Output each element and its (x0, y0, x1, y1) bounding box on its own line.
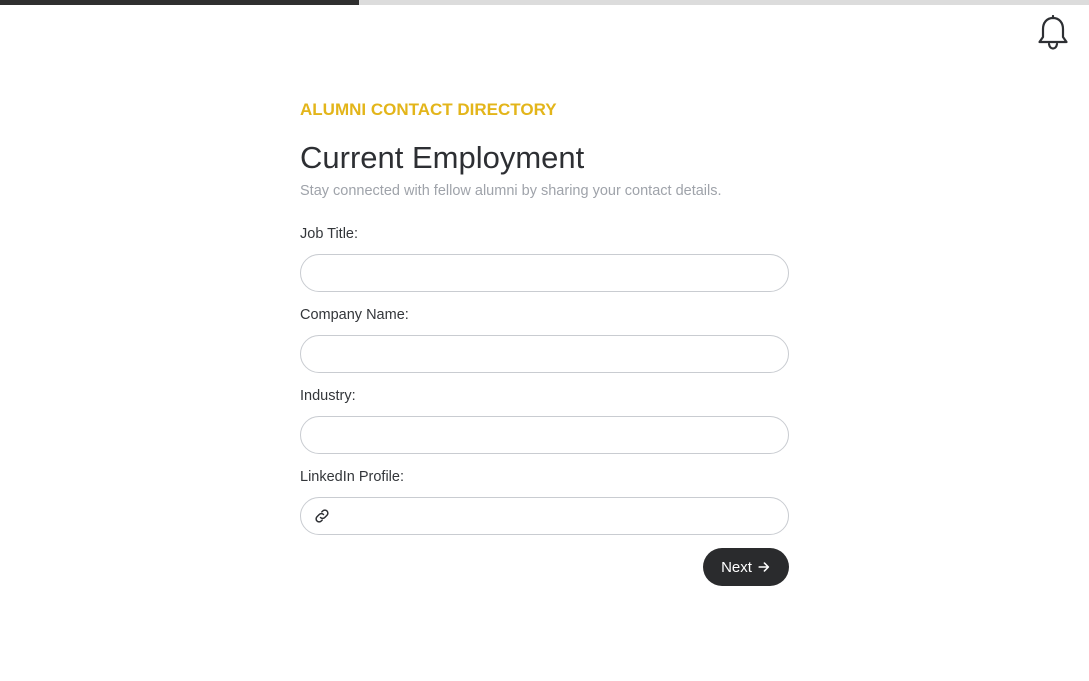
next-button-label: Next (721, 558, 752, 576)
link-icon (315, 509, 329, 523)
job-title-input-wrapper (300, 254, 789, 292)
job-title-input[interactable] (301, 255, 788, 291)
form-eyebrow: ALUMNI CONTACT DIRECTORY (300, 100, 557, 119)
company-name-input[interactable] (301, 336, 788, 372)
arrow-right-icon (758, 562, 770, 572)
employment-form: ALUMNI CONTACT DIRECTORY Current Employm… (300, 98, 789, 586)
bell-icon (1038, 14, 1068, 50)
industry-label: Industry: (300, 388, 356, 404)
page-subtitle: Stay connected with fellow alumni by sha… (300, 183, 722, 199)
linkedin-input[interactable] (301, 498, 788, 534)
job-title-label: Job Title: (300, 226, 359, 242)
company-name-field: Company Name: (300, 305, 789, 373)
notifications-button[interactable] (1036, 14, 1070, 51)
company-name-input-wrapper (300, 335, 789, 373)
next-button[interactable]: Next (703, 548, 789, 586)
progress-bar-fill (0, 0, 360, 5)
company-name-label: Company Name: (300, 307, 409, 323)
industry-field: Industry: (300, 386, 789, 454)
linkedin-field: LinkedIn Profile: (300, 467, 789, 535)
industry-input[interactable] (301, 417, 788, 453)
linkedin-input-wrapper (300, 497, 789, 535)
progress-bar (0, 0, 1089, 5)
job-title-field: Job Title: (300, 224, 789, 292)
page-title: Current Employment (300, 140, 585, 175)
industry-input-wrapper (300, 416, 789, 454)
linkedin-label: LinkedIn Profile: (300, 469, 404, 485)
